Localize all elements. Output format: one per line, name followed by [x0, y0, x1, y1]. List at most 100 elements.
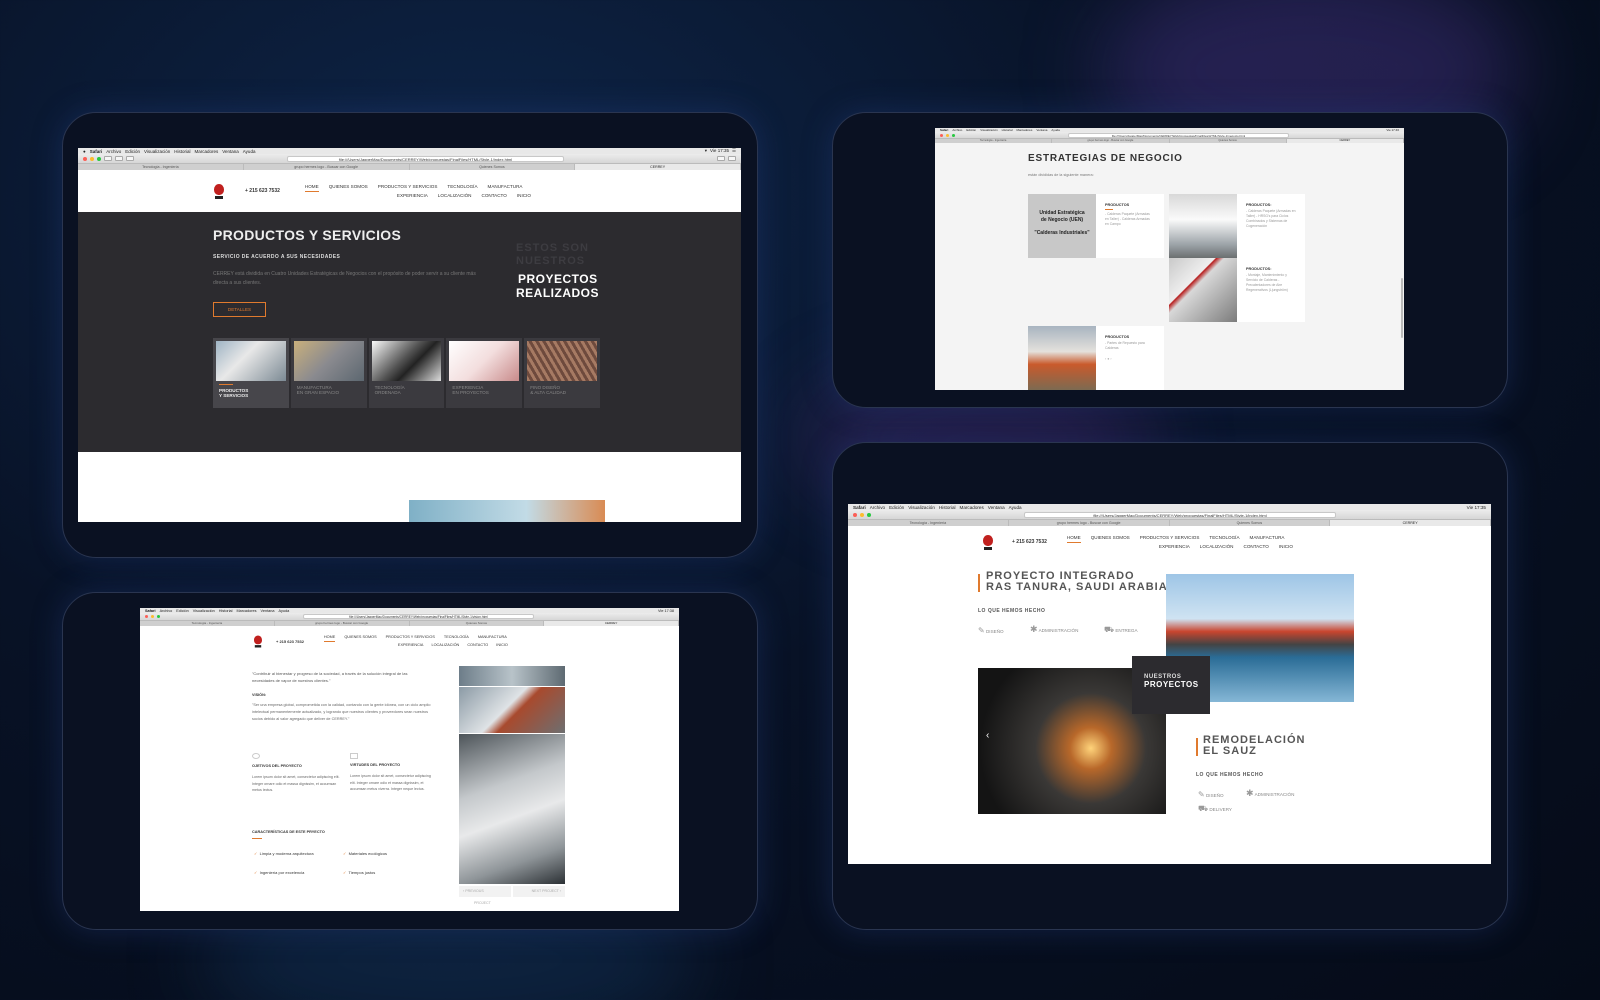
tab-tecnologia[interactable]: Tecnología - Ingeniería [78, 164, 244, 170]
menu-historial[interactable]: Historial [174, 149, 190, 154]
nav-inicio[interactable]: INICIO [517, 192, 531, 200]
list-icon[interactable]: ☰ [732, 148, 736, 154]
menu-app[interactable]: Safari [90, 149, 103, 154]
nav-quienes[interactable]: QUIENES SOMOS [1091, 534, 1130, 542]
nav-quienes[interactable]: QUIENES SOMOS [344, 634, 376, 641]
menu-app[interactable]: Safari [940, 128, 948, 132]
next-button[interactable]: NEXT PROJECT › [513, 886, 565, 897]
tab-google[interactable]: grupo hermes logo - Buscar con Google [1052, 139, 1170, 143]
card-productos[interactable]: PRODUCTOS Y SERVICIOS [213, 338, 289, 408]
close-icon[interactable] [940, 133, 943, 137]
card-manufactura[interactable]: MANUFACTURA EN GRAN ESPACIO [290, 338, 367, 408]
menu-visualizacion[interactable]: Visualización [908, 505, 935, 510]
nav-inicio[interactable]: INICIO [496, 642, 508, 649]
zoom-icon[interactable] [157, 615, 160, 618]
nav-productos[interactable]: PRODUCTOS Y SERVICIOS [386, 634, 435, 641]
nav-quienes[interactable]: QUIENES SOMOS [329, 183, 368, 191]
nav-localizacion[interactable]: LOCALIZACIÓN [1200, 543, 1234, 551]
address-bar[interactable]: file:///Users/JaggerMac/Documents/CERREY… [303, 614, 534, 619]
menu-historial[interactable]: Historial [939, 505, 956, 510]
close-icon[interactable] [853, 512, 857, 517]
nav-contacto[interactable]: CONTACTO [482, 192, 507, 200]
menu-marcadores[interactable]: Marcadores [237, 609, 257, 613]
nav-home[interactable]: HOME [1066, 534, 1081, 543]
tabs-button[interactable] [728, 156, 736, 161]
menu-marcadores[interactable]: Marcadores [1017, 128, 1033, 132]
previous-button[interactable]: ‹ PREVIOUS [459, 886, 511, 897]
nav-manufactura[interactable]: MANUFACTURA [488, 183, 523, 191]
nav-tecnologia[interactable]: TECNOLOGÍA [447, 183, 477, 191]
clock[interactable]: Vie 17:46 [1386, 128, 1399, 132]
zoom-icon[interactable] [867, 512, 871, 517]
menu-edicion[interactable]: Edición [889, 505, 904, 510]
nav-home[interactable]: HOME [304, 183, 319, 192]
minimize-icon[interactable] [946, 133, 949, 137]
menu-edicion[interactable]: Edición [966, 128, 976, 132]
menu-ventana[interactable]: Ventana [261, 609, 275, 613]
cerrey-logo[interactable] [213, 183, 225, 199]
nav-tecnologia[interactable]: TECNOLOGÍA [444, 634, 469, 641]
tab-tecnologia[interactable]: Tecnología - Ingeniería [935, 139, 1053, 143]
cerrey-logo[interactable] [982, 534, 994, 550]
menu-historial[interactable]: Historial [219, 609, 233, 613]
menu-ventana[interactable]: Ventana [988, 505, 1005, 510]
menu-ayuda[interactable]: Ayuda [1009, 505, 1022, 510]
tab-quienes[interactable]: Quienes Somos [410, 621, 545, 626]
menu-archivo[interactable]: Archivo [106, 149, 121, 154]
menu-edicion[interactable]: Edición [176, 609, 188, 613]
tab-quienes[interactable]: Quienes Somos [410, 164, 576, 170]
menu-ayuda[interactable]: Ayuda [1051, 128, 1059, 132]
tab-tecnologia[interactable]: Tecnología - Ingeniería [140, 621, 275, 626]
menu-archivo[interactable]: Archivo [160, 609, 173, 613]
nav-contacto[interactable]: CONTACTO [467, 642, 488, 649]
nav-productos[interactable]: PRODUCTOS Y SERVICIOS [1140, 534, 1200, 542]
menu-edicion[interactable]: Edición [125, 149, 140, 154]
menu-ayuda[interactable]: Ayuda [243, 149, 256, 154]
nav-localizacion[interactable]: LOCALIZACIÓN [438, 192, 472, 200]
tab-cerrey[interactable]: CERREY [544, 621, 679, 626]
nav-experiencia[interactable]: EXPERIENCIA [397, 192, 428, 200]
nav-contacto[interactable]: CONTACTO [1244, 543, 1269, 551]
menu-archivo[interactable]: Archivo [952, 128, 962, 132]
details-button[interactable]: DETALLES [213, 302, 266, 317]
menu-archivo[interactable]: Archivo [870, 505, 885, 510]
zoom-icon[interactable] [952, 133, 955, 137]
tab-quienes[interactable]: Quienes Somos [1170, 139, 1287, 143]
menu-app[interactable]: Safari [853, 505, 866, 510]
forward-button[interactable] [115, 156, 123, 161]
wifi-icon[interactable]: ▾ [705, 148, 707, 154]
nav-experiencia[interactable]: EXPERIENCIA [1159, 543, 1190, 551]
nav-manufactura[interactable]: MANUFACTURA [1250, 534, 1285, 542]
clock[interactable]: Vie 17:35 [710, 148, 729, 154]
close-icon[interactable] [145, 615, 148, 618]
nav-localizacion[interactable]: LOCALIZACIÓN [431, 642, 459, 649]
clock[interactable]: Vie 17:35 [1467, 505, 1486, 510]
address-bar[interactable]: file:///Users/JaggerMac/Documents/CERREY… [287, 155, 564, 162]
tab-google[interactable]: grupo hermes logo - Buscar con Google [244, 164, 410, 170]
tab-google[interactable]: grupo hermes logo - Buscar con Google [275, 621, 410, 626]
menu-ayuda[interactable]: Ayuda [278, 609, 289, 613]
share-button[interactable] [717, 156, 725, 161]
back-button[interactable] [104, 156, 112, 161]
pager[interactable]: ‹ ● › [1105, 357, 1164, 361]
close-icon[interactable] [83, 156, 87, 161]
menu-visualizacion[interactable]: Visualización [980, 128, 997, 132]
tab-cerrey[interactable]: CERREY [1286, 139, 1404, 143]
nav-manufactura[interactable]: MANUFACTURA [478, 634, 507, 641]
card-tecnologia[interactable]: TECNOLOGÍA ORDENADA [368, 338, 445, 408]
card-experiencia[interactable]: EXPERIENCIA EN PROYECTOS [446, 338, 523, 408]
address-bar[interactable]: file:///Users/JaggerMac/Documents/CERREY… [1068, 132, 1289, 138]
carousel-prev-icon[interactable]: ‹ [986, 730, 989, 741]
menu-marcadores[interactable]: Marcadores [194, 149, 218, 154]
address-bar[interactable]: file:///Users/JaggerMac/Documents/CERREY… [1024, 511, 1336, 518]
clock[interactable]: Vie 17:38 [658, 609, 674, 613]
nav-home[interactable]: HOME [323, 634, 336, 642]
menu-ventana[interactable]: Ventana [1036, 128, 1047, 132]
nav-experiencia[interactable]: EXPERIENCIA [398, 642, 424, 649]
minimize-icon[interactable] [151, 615, 154, 618]
menu-ventana[interactable]: Ventana [222, 149, 239, 154]
menu-historial[interactable]: Historial [1002, 128, 1013, 132]
card-diseno[interactable]: FINO DISEÑO & ALTA CALIDAD [524, 338, 600, 408]
zoom-icon[interactable] [97, 156, 101, 161]
minimize-icon[interactable] [860, 512, 864, 517]
